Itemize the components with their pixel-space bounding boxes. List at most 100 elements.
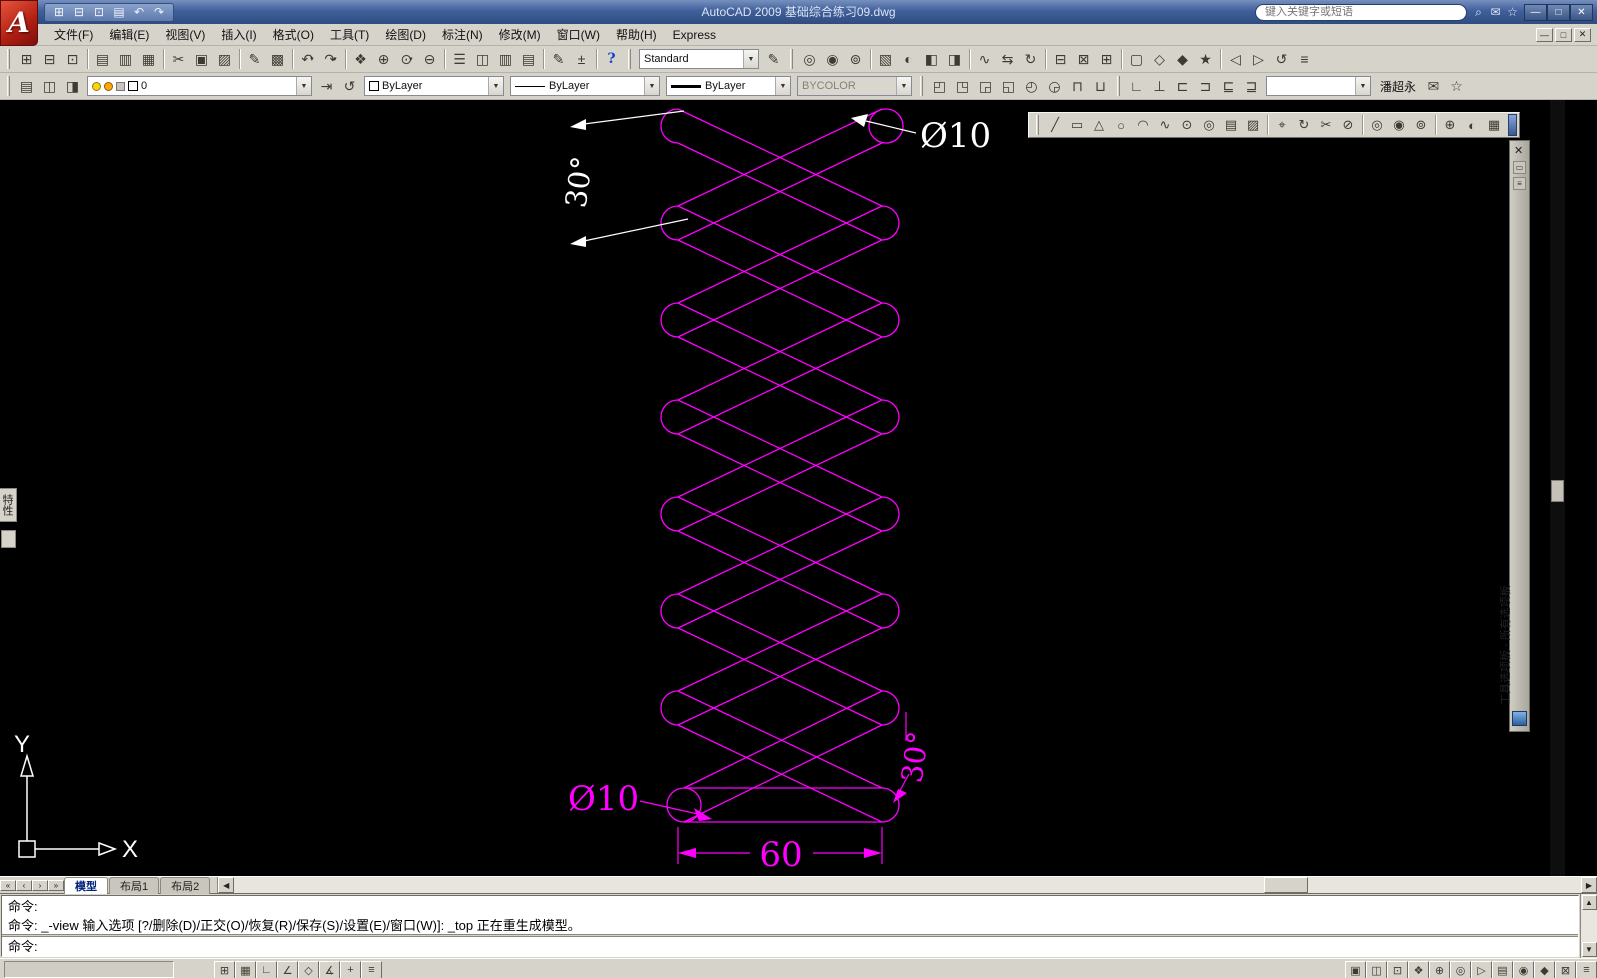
chevron-down-icon[interactable]: ▼	[296, 77, 311, 95]
menu-browser-button[interactable]: A	[0, 0, 38, 46]
command-scrollbar[interactable]: ▲ ▼	[1580, 894, 1597, 958]
toolbar-title-nub[interactable]	[1508, 114, 1517, 136]
etransmit-icon[interactable]: ⊞	[1095, 48, 1118, 71]
autohide-icon[interactable]: ▭	[1513, 161, 1526, 174]
menu-help[interactable]: 帮助(H)	[608, 24, 665, 45]
steeringwheel-icon[interactable]: ◎	[1450, 961, 1471, 978]
line-icon[interactable]: ╱	[1044, 114, 1066, 136]
ring-tool-icon-2[interactable]: ◉	[1388, 114, 1410, 136]
mdi-close-button[interactable]: ✕	[1574, 27, 1591, 42]
palette-icon[interactable]	[1512, 711, 1527, 726]
view-box-icon-4[interactable]: ◱	[997, 75, 1020, 98]
dropdown-arrow-icon[interactable]: ▾	[409, 55, 413, 63]
search-icon[interactable]: ⌕	[1470, 5, 1487, 20]
chevron-down-icon[interactable]: ▼	[1355, 77, 1370, 95]
menu-draw[interactable]: 绘图(D)	[377, 24, 434, 45]
layout-tab-1[interactable]: 布局1	[109, 876, 160, 894]
annotation-visibility-icon[interactable]: ◉	[1513, 961, 1534, 978]
model-toggle-icon[interactable]: ▣	[1345, 961, 1366, 978]
workspace-combo[interactable]: ▼	[1266, 76, 1371, 96]
favorites-tray-icon[interactable]: ☆	[1445, 75, 1468, 98]
comm-tray-icon[interactable]: ✉	[1422, 75, 1445, 98]
mdi-minimize-button[interactable]: —	[1536, 27, 1553, 42]
toolbar-grip[interactable]	[7, 49, 10, 69]
ellipse-icon[interactable]: ⊙	[1176, 114, 1198, 136]
layer-lock-icon[interactable]	[116, 81, 125, 91]
arc-icon[interactable]: ◠	[1132, 114, 1154, 136]
donut-icon[interactable]: ◎	[1198, 114, 1220, 136]
view-clock-icon-1[interactable]: ◴	[1020, 75, 1043, 98]
zoom-realtime-icon[interactable]: ⊕	[372, 48, 395, 71]
insert-block-icon[interactable]: ⊕	[1439, 114, 1461, 136]
horizontal-scrollbar[interactable]: ◀ ▶	[217, 877, 1597, 893]
menu-window[interactable]: 窗口(W)	[549, 24, 608, 45]
orbit-icon[interactable]: ↻	[1019, 48, 1042, 71]
view-clock-icon-2[interactable]: ◶	[1043, 75, 1066, 98]
pan-icon[interactable]: ❖	[349, 48, 372, 71]
plot-preview-icon[interactable]: ▥	[114, 48, 137, 71]
toolbar-grip[interactable]	[920, 76, 923, 96]
close-button[interactable]: ✕	[1570, 3, 1593, 21]
move-icon[interactable]: ⌖	[1271, 114, 1293, 136]
layer-properties-icon[interactable]: ▤	[15, 75, 38, 98]
chevron-down-icon[interactable]: ▼	[743, 50, 758, 68]
rectangle-icon[interactable]: ▭	[1066, 114, 1088, 136]
quickcalc-icon[interactable]: ±	[570, 48, 593, 71]
showmotion-icon[interactable]: ▷	[1471, 961, 1492, 978]
viewport-icon-3[interactable]: ⊑	[1217, 75, 1240, 98]
scroll-left-icon[interactable]: ◀	[218, 877, 235, 893]
style-combo[interactable]: Standard ▼	[639, 49, 759, 69]
scroll-right-icon[interactable]: ▶	[1581, 877, 1597, 893]
quickview-drawings-icon[interactable]: ⊡	[1387, 961, 1408, 978]
zoom-previous-icon[interactable]: ⊖	[418, 48, 441, 71]
copy-icon[interactable]: ▣	[190, 48, 213, 71]
quickview-layouts-icon[interactable]: ◫	[1366, 961, 1387, 978]
chevron-down-icon[interactable]: ▼	[775, 77, 790, 95]
camera-icon[interactable]: ⊚	[844, 48, 867, 71]
autoscale-icon[interactable]: ◆	[1534, 961, 1555, 978]
refresh-icon[interactable]: ↺	[1270, 48, 1293, 71]
paste-icon[interactable]: ▨	[213, 48, 236, 71]
help-search-input[interactable]	[1255, 3, 1467, 21]
gradient-icon[interactable]: ▨	[1242, 114, 1264, 136]
hscrollbar-track[interactable]	[1308, 877, 1581, 893]
trim-icon[interactable]: ✂	[1315, 114, 1337, 136]
spline-icon[interactable]: ∿	[1154, 114, 1176, 136]
render-icon[interactable]: ▧	[874, 48, 897, 71]
dropdown-arrow-icon[interactable]: ▾	[333, 55, 337, 63]
color-combo[interactable]: ByLayer ▼	[364, 76, 504, 96]
hatch-icon[interactable]: ▤	[1220, 114, 1242, 136]
qnew-icon[interactable]: ⊞	[50, 4, 68, 20]
save-icon[interactable]: ⊡	[61, 48, 84, 71]
markup-icon[interactable]: ✎	[547, 48, 570, 71]
rotate-icon[interactable]: ↻	[1293, 114, 1315, 136]
plot-icon[interactable]: ▤	[110, 4, 128, 20]
layer-thaw-icon[interactable]	[104, 81, 113, 91]
sheet-icon[interactable]: ⊟	[1049, 48, 1072, 71]
open-icon[interactable]: ⊟	[38, 48, 61, 71]
ring-tool-icon-3[interactable]: ⊚	[1410, 114, 1432, 136]
lineweight-toggle-icon[interactable]: ≡	[361, 961, 382, 978]
view-forward-icon[interactable]: ▷	[1247, 48, 1270, 71]
annotation-scale-icon[interactable]: ▤	[1492, 961, 1513, 978]
apply-style-icon[interactable]: ✎	[762, 48, 785, 71]
layer-combo[interactable]: 0 ▼	[87, 76, 312, 96]
redo-icon[interactable]: ↷ ▾	[319, 48, 342, 71]
open-icon[interactable]: ⊟	[70, 4, 88, 20]
layer-color-swatch[interactable]	[128, 81, 138, 91]
toolbar-grip[interactable]	[7, 76, 10, 96]
scroll-down-icon[interactable]: ▼	[1581, 942, 1597, 957]
properties-palette-tab[interactable]: 特性	[0, 488, 17, 522]
undo-icon[interactable]: ↶ ▾	[296, 48, 319, 71]
block-editor-icon[interactable]: ▩	[266, 48, 289, 71]
undo-icon[interactable]: ↶	[130, 4, 148, 20]
comm-center-icon[interactable]: ✉	[1487, 5, 1504, 19]
match-properties-icon[interactable]: ✎	[243, 48, 266, 71]
snap-icon[interactable]: ⊞	[214, 961, 235, 978]
otrack-icon[interactable]: ∡	[319, 961, 340, 978]
workspace-icon[interactable]: ◇	[1148, 48, 1171, 71]
grid-icon[interactable]: ▦	[235, 961, 256, 978]
toolbar-lock-icon[interactable]: ⊠	[1555, 961, 1576, 978]
chevron-down-icon[interactable]: ▼	[488, 77, 503, 95]
scroll-up-icon[interactable]: ▲	[1581, 895, 1597, 910]
